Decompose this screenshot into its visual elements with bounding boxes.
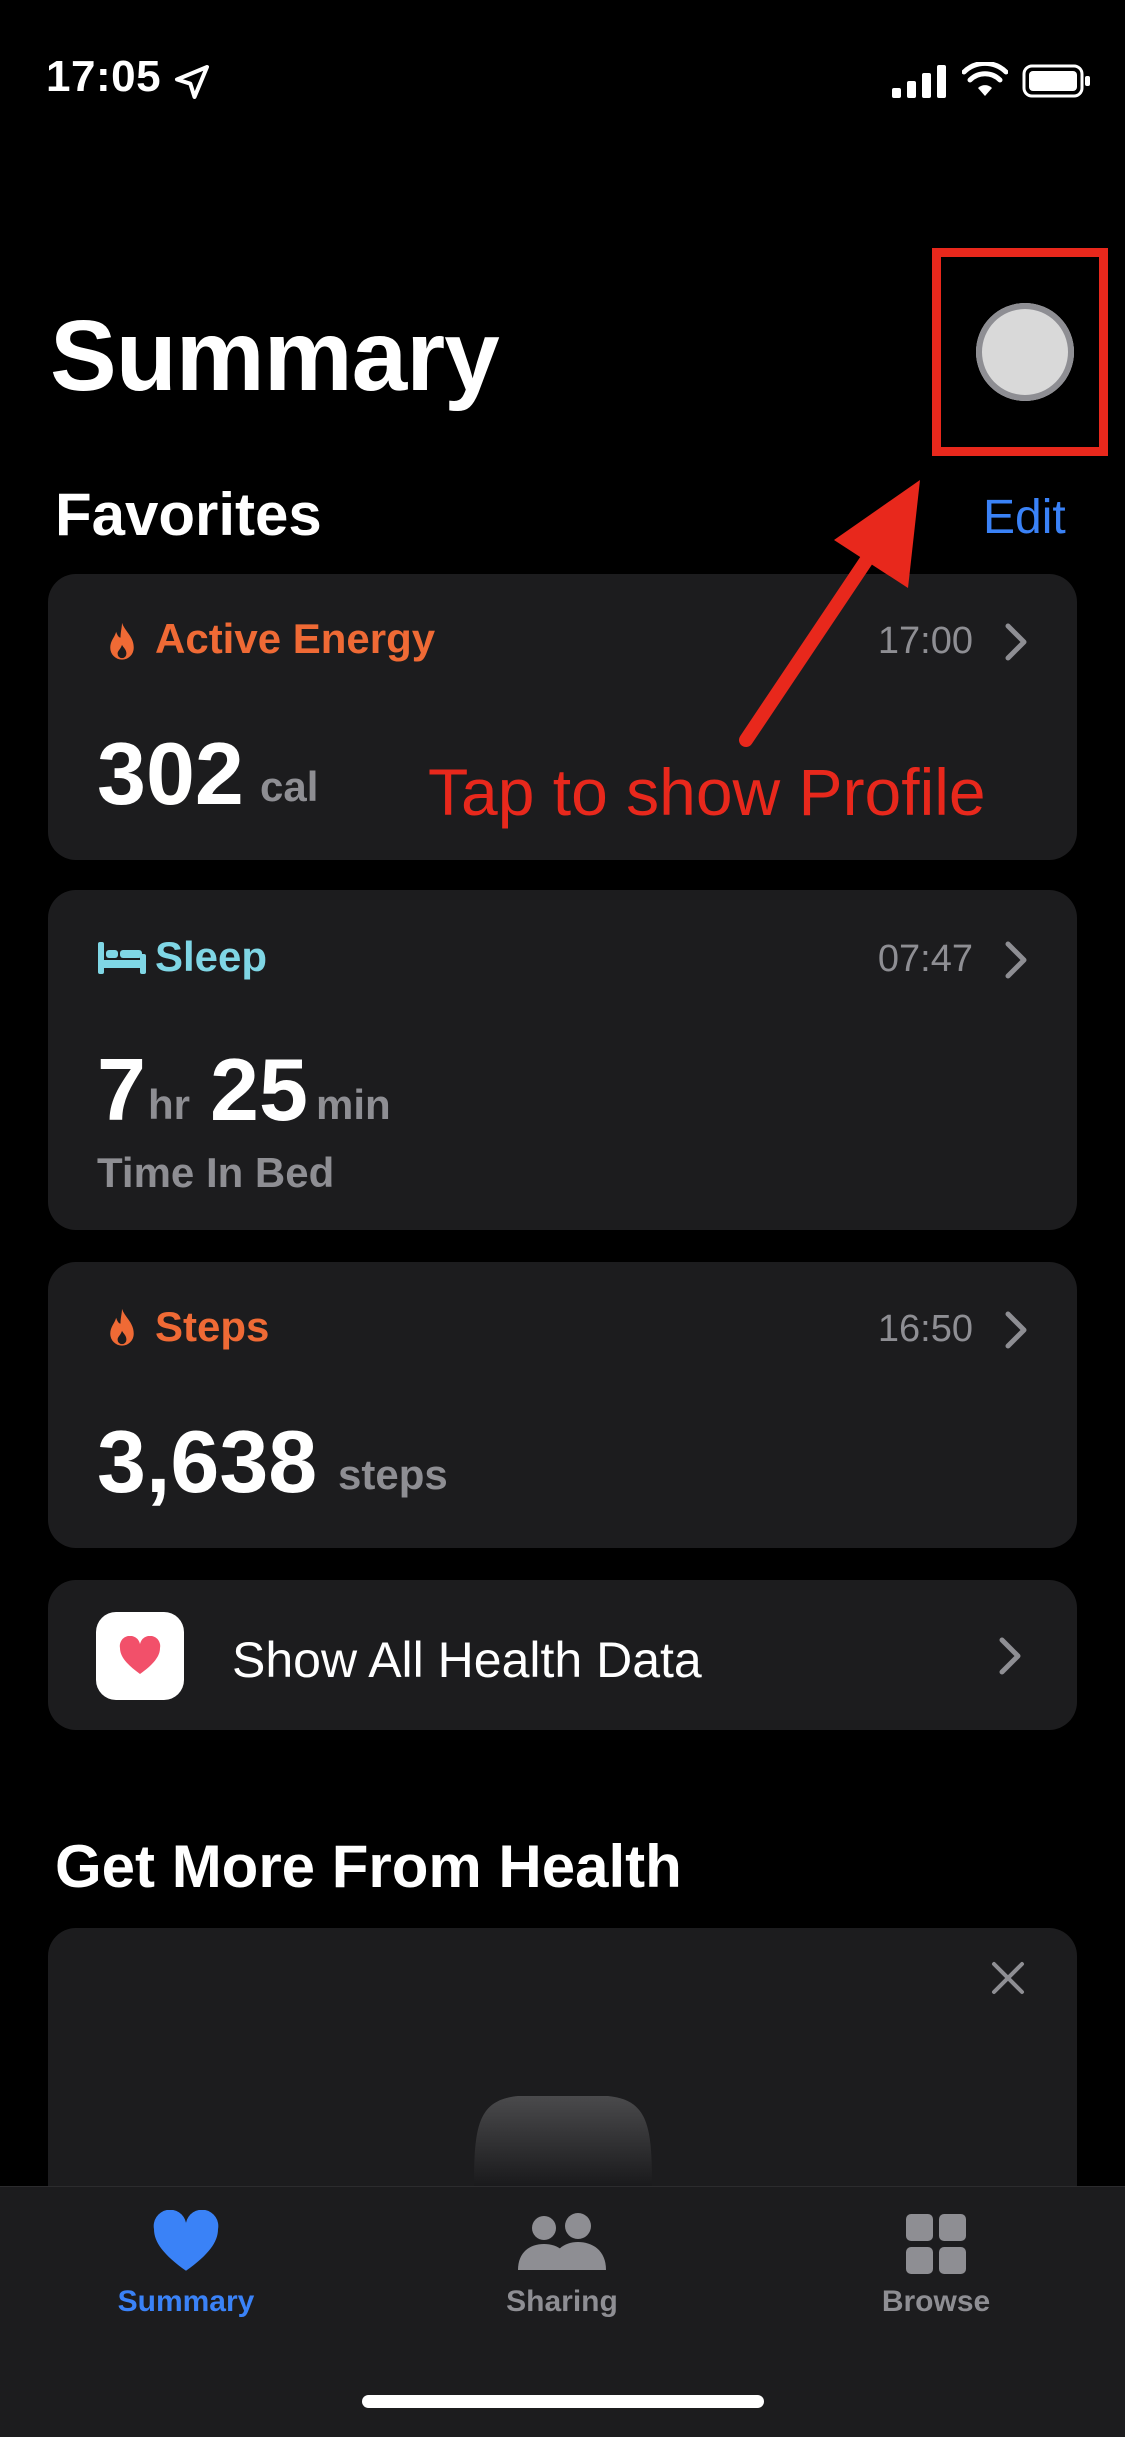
- card-title: Sleep: [155, 933, 268, 980]
- edit-favorites-button[interactable]: Edit: [983, 488, 1066, 548]
- active-energy-unit: cal: [260, 763, 319, 810]
- status-time: 17:05: [46, 52, 162, 101]
- sleep-subtitle: Time In Bed: [97, 1149, 335, 1196]
- tab-label: Summary: [117, 2285, 255, 2318]
- home-indicator[interactable]: [362, 2395, 764, 2408]
- wifi-icon: [962, 62, 1008, 96]
- grid-icon: [906, 2214, 966, 2274]
- heart-icon: [119, 1636, 161, 1674]
- people-icon: [518, 2213, 606, 2270]
- close-icon[interactable]: [990, 1960, 1026, 1996]
- steps-unit: steps: [338, 1451, 448, 1498]
- heart-icon: [153, 2210, 219, 2271]
- card-time: 16:50: [877, 1308, 973, 1350]
- tab-sharing[interactable]: Sharing: [462, 2200, 662, 2320]
- chevron-right-icon: [1005, 941, 1027, 979]
- sleep-minutes-value: 25: [210, 1040, 308, 1139]
- favorites-heading: Favorites: [55, 481, 322, 548]
- tab-browse[interactable]: Browse: [836, 2200, 1036, 2320]
- active-energy-value: 302: [97, 724, 244, 823]
- tab-summary[interactable]: Summary: [86, 2200, 286, 2320]
- sleep-hours-unit: hr: [148, 1081, 190, 1128]
- card-title: Active Energy: [155, 615, 436, 662]
- page-title: Summary: [50, 300, 500, 412]
- get-more-heading: Get More From Health: [55, 1833, 682, 1900]
- annotation-text: Tap to show Profile: [428, 755, 986, 829]
- cellular-signal-icon: [892, 65, 946, 98]
- show-all-label: Show All Health Data: [232, 1632, 702, 1688]
- chevron-right-icon: [999, 1637, 1021, 1675]
- bed-icon: [98, 942, 146, 974]
- chevron-right-icon: [1005, 623, 1027, 661]
- chevron-right-icon: [1005, 1311, 1027, 1349]
- annotation-arrow: [739, 480, 920, 747]
- watch-illustration: [474, 2096, 652, 2186]
- sleep-hours-value: 7: [97, 1040, 146, 1139]
- flame-icon: [110, 1308, 134, 1346]
- location-arrow-icon: [175, 65, 209, 99]
- flame-icon: [110, 622, 134, 660]
- tab-label: Sharing: [506, 2285, 618, 2318]
- profile-avatar-button[interactable]: [976, 303, 1074, 401]
- card-title: Steps: [155, 1303, 270, 1350]
- battery-icon: [1022, 64, 1090, 98]
- card-time: 07:47: [877, 938, 973, 980]
- steps-value: 3,638: [97, 1412, 318, 1511]
- health-app-icon: [96, 1612, 184, 1700]
- tab-label: Browse: [881, 2285, 991, 2318]
- sleep-minutes-unit: min: [316, 1081, 391, 1128]
